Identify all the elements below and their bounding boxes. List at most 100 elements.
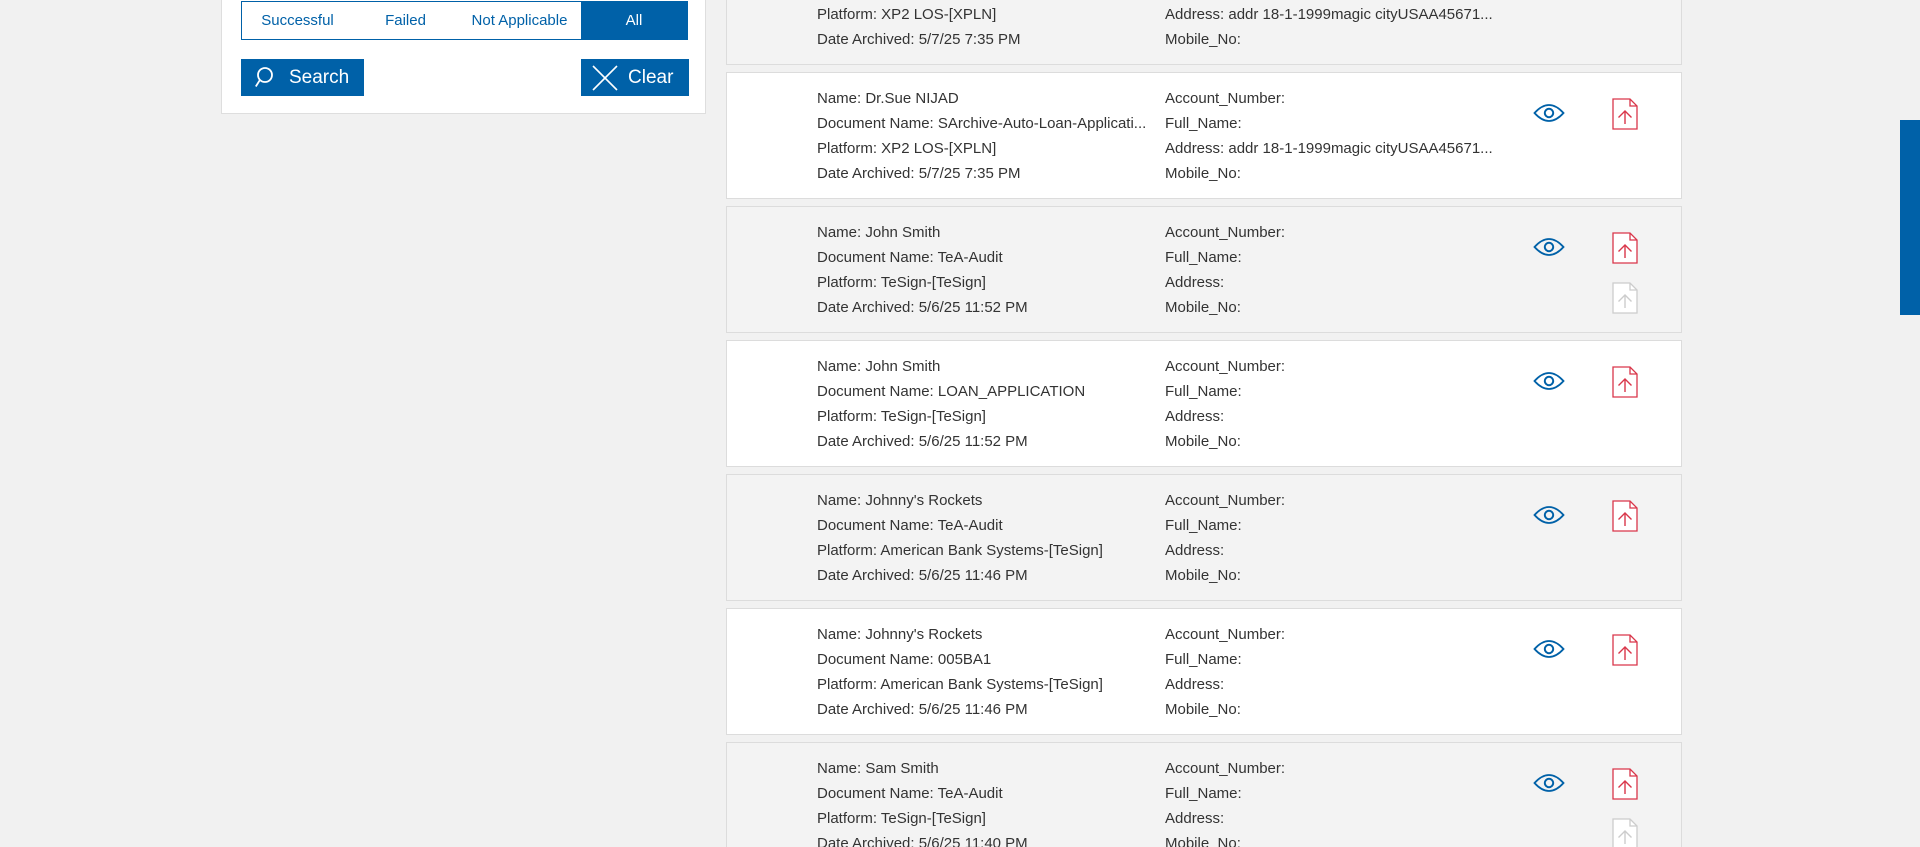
- account-number-text: Account_Number:: [1165, 358, 1286, 375]
- name-text: Name: John Smith: [817, 224, 941, 241]
- result-card: Name: Sam Smith Document Name: TeA-Audit…: [726, 742, 1682, 847]
- document-name-text: Document Name: 005BA1: [817, 651, 992, 668]
- pdf-upload-disabled-icon: [1612, 818, 1638, 847]
- address-text: Address: addr 18-1-1999magic cityUSAA456…: [1165, 6, 1493, 23]
- document-name-text: Document Name: LOAN_APPLICATION: [817, 383, 1086, 400]
- account-number-text: Account_Number:: [1165, 626, 1286, 643]
- platform-text: Platform: TeSign-[TeSign]: [817, 810, 986, 827]
- results-list: Platform: XP2 LOS-[XPLN] Date Archived: …: [726, 0, 1682, 847]
- name-text: Name: John Smith: [817, 358, 941, 375]
- mobile-text: Mobile_No:: [1165, 299, 1241, 316]
- date-archived-text: Date Archived: 5/6/25 11:46 PM: [817, 701, 1028, 718]
- eye-icon[interactable]: [1533, 773, 1565, 798]
- pdf-upload-icon[interactable]: [1612, 500, 1638, 537]
- mobile-text: Mobile_No:: [1165, 165, 1241, 182]
- result-details: Name: Dr.Sue NIJAD Document Name: SArchi…: [817, 86, 1147, 186]
- search-button[interactable]: Search: [241, 59, 364, 96]
- result-card: Name: John Smith Document Name: TeA-Audi…: [726, 206, 1682, 333]
- document-name-text: Document Name: SArchive-Auto-Loan-Applic…: [817, 115, 1147, 132]
- mobile-text: Mobile_No:: [1165, 835, 1241, 847]
- platform-text: Platform: American Bank Systems-[TeSign]: [817, 542, 1103, 559]
- result-metadata: Account_Number: Full_Name: Address: Mobi…: [1165, 756, 1495, 847]
- search-icon: [255, 66, 279, 90]
- date-archived-text: Date Archived: 5/7/25 7:35 PM: [817, 31, 1021, 48]
- mobile-text: Mobile_No:: [1165, 701, 1241, 718]
- result-details: Name: Johnny's Rockets Document Name: Te…: [817, 488, 1147, 588]
- account-number-text: Account_Number:: [1165, 90, 1286, 107]
- platform-text: Platform: American Bank Systems-[TeSign]: [817, 676, 1103, 693]
- mobile-text: Mobile_No:: [1165, 433, 1241, 450]
- document-name-text: Document Name: TeA-Audit: [817, 249, 1003, 266]
- platform-text: Platform: TeSign-[TeSign]: [817, 408, 986, 425]
- eye-icon[interactable]: [1533, 103, 1565, 128]
- name-text: Name: Johnny's Rockets: [817, 492, 983, 509]
- name-text: Name: Sam Smith: [817, 760, 939, 777]
- date-archived-text: Date Archived: 5/6/25 11:40 PM: [817, 835, 1028, 847]
- address-text: Address:: [1165, 542, 1225, 559]
- full-name-text: Full_Name:: [1165, 785, 1242, 802]
- result-metadata: Account_Number: Full_Name: Address: Mobi…: [1165, 220, 1495, 320]
- result-details: Name: Johnny's Rockets Document Name: 00…: [817, 622, 1147, 722]
- address-text: Address:: [1165, 676, 1225, 693]
- result-details: Name: John Smith Document Name: LOAN_APP…: [817, 354, 1147, 454]
- pdf-upload-disabled-icon: [1612, 282, 1638, 319]
- result-metadata: Account_Number: Full_Name: Address: Mobi…: [1165, 488, 1495, 588]
- eye-icon[interactable]: [1533, 237, 1565, 262]
- document-name-text: Document Name: TeA-Audit: [817, 785, 1003, 802]
- eye-icon[interactable]: [1533, 371, 1565, 396]
- clear-button[interactable]: Clear: [581, 59, 689, 96]
- platform-text: Platform: TeSign-[TeSign]: [817, 274, 986, 291]
- date-archived-text: Date Archived: 5/7/25 7:35 PM: [817, 165, 1021, 182]
- pdf-upload-icon[interactable]: [1612, 634, 1638, 671]
- status-filter: Successful Failed Not Applicable All: [241, 1, 688, 40]
- full-name-text: Full_Name:: [1165, 115, 1242, 132]
- document-name-text: Document Name: TeA-Audit: [817, 517, 1003, 534]
- status-all-option[interactable]: All: [581, 2, 687, 39]
- address-text: Address:: [1165, 274, 1225, 291]
- name-text: Name: Johnny's Rockets: [817, 626, 983, 643]
- result-metadata: Account_Number: Full_Name: Address: Mobi…: [1165, 354, 1495, 454]
- eye-icon[interactable]: [1533, 639, 1565, 664]
- result-details: Name: John Smith Document Name: TeA-Audi…: [817, 220, 1147, 320]
- address-text: Address:: [1165, 408, 1225, 425]
- account-number-text: Account_Number:: [1165, 760, 1286, 777]
- result-details: Platform: XP2 LOS-[XPLN] Date Archived: …: [817, 2, 1147, 52]
- full-name-text: Full_Name:: [1165, 517, 1242, 534]
- result-card: Name: John Smith Document Name: LOAN_APP…: [726, 340, 1682, 467]
- filter-panel: Successful Failed Not Applicable All Sea…: [221, 0, 706, 114]
- date-archived-text: Date Archived: 5/6/25 11:46 PM: [817, 567, 1028, 584]
- account-number-text: Account_Number:: [1165, 224, 1286, 241]
- result-card: Name: Dr.Sue NIJAD Document Name: SArchi…: [726, 72, 1682, 199]
- mobile-text: Mobile_No:: [1165, 31, 1241, 48]
- close-icon: [592, 64, 618, 91]
- search-button-label: Search: [289, 66, 350, 88]
- result-card: Platform: XP2 LOS-[XPLN] Date Archived: …: [726, 0, 1682, 65]
- status-not-applicable-option[interactable]: Not Applicable: [458, 2, 581, 39]
- result-card: Name: Johnny's Rockets Document Name: 00…: [726, 608, 1682, 735]
- full-name-text: Full_Name:: [1165, 651, 1242, 668]
- result-details: Name: Sam Smith Document Name: TeA-Audit…: [817, 756, 1147, 847]
- pdf-upload-icon[interactable]: [1612, 768, 1638, 805]
- name-text: Name: Dr.Sue NIJAD: [817, 90, 959, 107]
- status-failed-option[interactable]: Failed: [353, 2, 458, 39]
- mobile-text: Mobile_No:: [1165, 567, 1241, 584]
- result-metadata: Address: addr 18-1-1999magic cityUSAA456…: [1165, 2, 1495, 52]
- address-text: Address: addr 18-1-1999magic cityUSAA456…: [1165, 140, 1493, 157]
- address-text: Address:: [1165, 810, 1225, 827]
- eye-icon[interactable]: [1533, 505, 1565, 530]
- status-successful-option[interactable]: Successful: [242, 2, 353, 39]
- account-number-text: Account_Number:: [1165, 492, 1286, 509]
- result-metadata: Account_Number: Full_Name: Address: addr…: [1165, 86, 1495, 186]
- pdf-upload-icon[interactable]: [1612, 366, 1638, 403]
- platform-text: Platform: XP2 LOS-[XPLN]: [817, 6, 997, 23]
- date-archived-text: Date Archived: 5/6/25 11:52 PM: [817, 433, 1028, 450]
- result-metadata: Account_Number: Full_Name: Address: Mobi…: [1165, 622, 1495, 722]
- result-card: Name: Johnny's Rockets Document Name: Te…: [726, 474, 1682, 601]
- scrollbar-thumb[interactable]: [1900, 120, 1920, 315]
- full-name-text: Full_Name:: [1165, 383, 1242, 400]
- pdf-upload-icon[interactable]: [1612, 98, 1638, 135]
- pdf-upload-icon[interactable]: [1612, 232, 1638, 269]
- platform-text: Platform: XP2 LOS-[XPLN]: [817, 140, 997, 157]
- date-archived-text: Date Archived: 5/6/25 11:52 PM: [817, 299, 1028, 316]
- clear-button-label: Clear: [628, 66, 674, 88]
